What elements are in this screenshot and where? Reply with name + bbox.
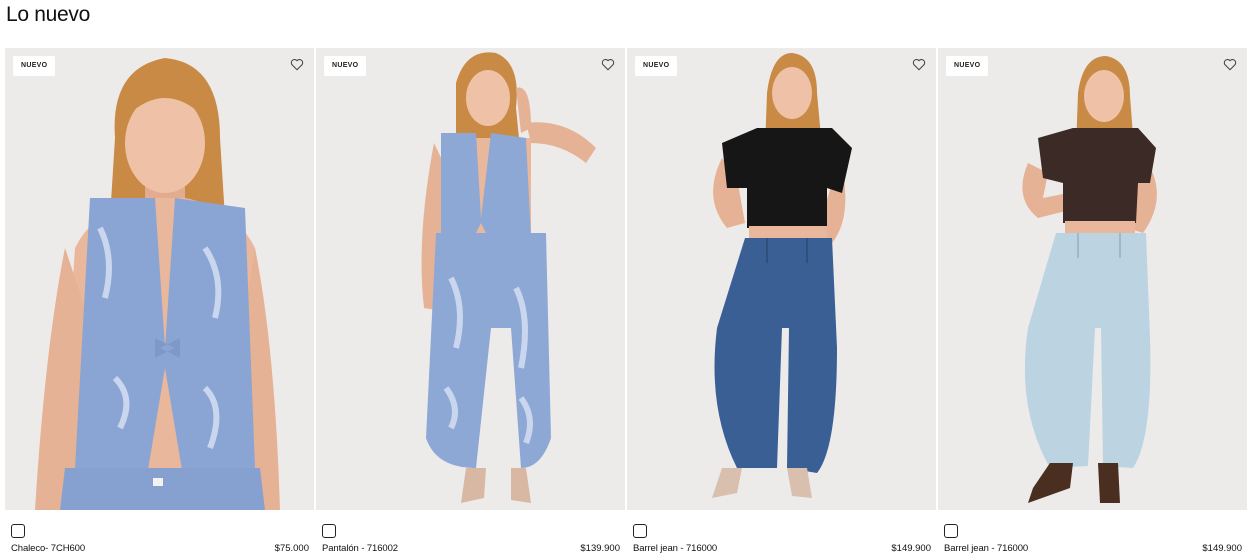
color-swatch[interactable] — [633, 524, 647, 538]
product-photo-illustration — [5, 48, 314, 510]
heart-outline-icon[interactable] — [601, 58, 615, 71]
product-name[interactable]: Barrel jean - 716000 — [633, 543, 717, 555]
product-photo-illustration — [316, 48, 625, 510]
product-name[interactable]: Chaleco- 7CH600 — [11, 543, 85, 555]
heart-outline-icon[interactable] — [290, 58, 304, 71]
product-card[interactable]: NUEVO Barrel jean - 716000 $149.900 — [627, 48, 936, 560]
product-price: $75.000 — [274, 543, 309, 554]
product-price: $149.900 — [1202, 543, 1242, 554]
product-price: $149.900 — [891, 543, 931, 554]
new-badge: NUEVO — [635, 56, 678, 76]
product-grid: NUEVO Chaleco- 7CH600 $75.000 NUEVO Pant… — [5, 48, 1247, 560]
product-price: $139.900 — [580, 543, 620, 554]
product-card[interactable]: NUEVO Barrel jean - 716000 $149.900 — [938, 48, 1247, 560]
heart-outline-icon[interactable] — [1223, 58, 1237, 71]
product-image[interactable]: NUEVO — [5, 48, 314, 510]
product-photo-illustration — [627, 48, 936, 510]
color-swatch[interactable] — [322, 524, 336, 538]
section-title: Lo nuevo — [6, 3, 91, 26]
product-card[interactable]: NUEVO Chaleco- 7CH600 $75.000 — [5, 48, 314, 560]
color-swatch[interactable] — [11, 524, 25, 538]
product-card[interactable]: NUEVO Pantalón - 716002 $139.900 — [316, 48, 625, 560]
product-image[interactable]: NUEVO — [627, 48, 936, 510]
color-swatch[interactable] — [944, 524, 958, 538]
product-name[interactable]: Barrel jean - 716000 — [944, 543, 1028, 555]
product-image[interactable]: NUEVO — [316, 48, 625, 510]
new-badge: NUEVO — [324, 56, 367, 76]
heart-outline-icon[interactable] — [912, 58, 926, 71]
product-image[interactable]: NUEVO — [938, 48, 1247, 510]
new-badge: NUEVO — [946, 56, 989, 76]
new-badge: NUEVO — [13, 56, 56, 76]
product-photo-illustration — [938, 48, 1247, 510]
product-name[interactable]: Pantalón - 716002 — [322, 543, 398, 555]
